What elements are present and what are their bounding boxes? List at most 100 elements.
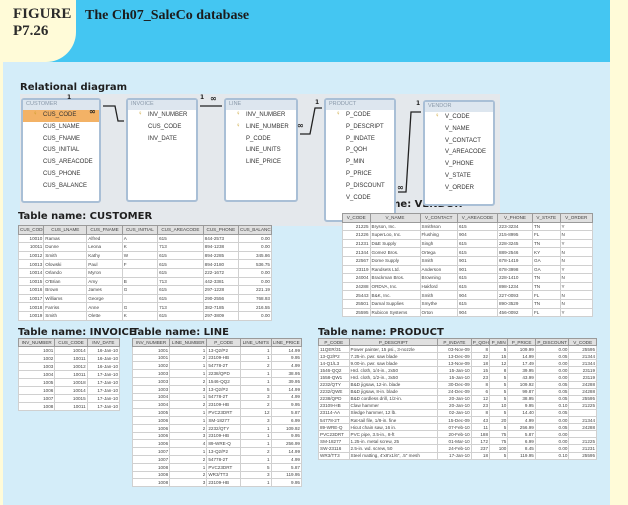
column-header[interactable]: P_PRICE (507, 337, 536, 347)
entity-line[interactable]: LINE ♀ INV_NUMBER ♀ LINE_NUMBER P_CODE LINE_UN… (224, 98, 298, 202)
table-cell: 4 (169, 439, 208, 449)
table-cell: 0.05 (534, 352, 570, 361)
entity-field[interactable]: V_AREACODE (425, 147, 493, 159)
entity-field[interactable]: CUS_INITIAL (23, 145, 99, 157)
column-header[interactable]: P_MIN (489, 337, 509, 347)
entity-field[interactable]: P_QOH (326, 145, 394, 157)
column-header[interactable]: CUS_INITIAL (121, 225, 159, 235)
column-header[interactable]: INV_NUMBER (131, 338, 171, 347)
entity-field[interactable]: P_DESCRIPT (326, 122, 394, 134)
entity-field[interactable]: ♀ CUS_CODE (23, 110, 99, 122)
entity-field[interactable]: ♀ V_CODE (425, 112, 493, 124)
table-cell: 10014 (17, 267, 45, 278)
entity-field[interactable]: P_MIN (326, 157, 394, 169)
table-cell: Olowski (43, 259, 88, 269)
table-cell: 1002 (131, 361, 171, 371)
table-cell: 615 (457, 247, 498, 257)
column-header[interactable]: P_DISCOUNT (534, 337, 570, 347)
table-cell: 0.05 (534, 387, 570, 396)
table-cell: 901 (457, 255, 498, 266)
entity-field[interactable]: CUS_PHONE (23, 169, 99, 181)
entity-field[interactable]: P_DISCOUNT (326, 181, 394, 193)
column-header[interactable]: INV_DATE (86, 338, 121, 347)
table-cell: 5.87 (270, 462, 303, 472)
table-cell: 21231 (342, 238, 371, 249)
table-cell: 5 (489, 394, 509, 403)
entity-field[interactable]: INV_DATE (128, 134, 196, 146)
column-header[interactable]: P_QOH (470, 337, 491, 347)
column-header[interactable]: CUS_PHONE (202, 225, 240, 235)
column-header[interactable]: V_NAME (369, 213, 421, 223)
entity-field[interactable]: ♀ LINE_NUMBER (226, 122, 296, 134)
table-row: 1004 2 23109-HB 2 9.95 (131, 400, 303, 410)
column-header[interactable]: INV_NUMBER (17, 338, 56, 347)
column-header[interactable]: V_CONTACT (419, 213, 458, 223)
entity-field[interactable]: P_CODE (226, 134, 296, 146)
entity-field[interactable]: V_PHONE (425, 159, 493, 171)
column-header[interactable]: V_AREACODE (457, 213, 498, 223)
entity-field[interactable]: V_ORDER (425, 183, 493, 195)
entity-field[interactable]: V_CODE (326, 193, 394, 205)
entity-field[interactable]: CUS_LNAME (23, 122, 99, 134)
column-header[interactable]: CUS_CODE (17, 225, 45, 235)
table-cell: Singh (419, 238, 458, 249)
entity-field[interactable]: CUS_CODE (128, 122, 196, 134)
column-header[interactable]: V_CODE (568, 337, 597, 347)
table-cell: Browning (419, 273, 458, 283)
table-row: 1007 2 54778-2T 1 4.99 (131, 454, 303, 464)
column-header[interactable]: CUS_FNAME (86, 225, 123, 235)
entity-field[interactable]: LINE_PRICE (226, 157, 296, 169)
column-header[interactable]: CUS_CODE (54, 338, 88, 347)
column-header[interactable]: LINE_UNITS (240, 338, 272, 347)
table-cell: 172 (470, 437, 491, 446)
table-cell: 25595 (568, 345, 597, 354)
table-cell: TN (532, 238, 561, 249)
table-row: 10010 Ramas Alfred A 615 844-2573 0.00 (17, 233, 272, 244)
table-cell: 5.87 (270, 408, 303, 417)
entity-field[interactable]: ♀ P_CODE (326, 110, 394, 122)
column-header[interactable]: LINE_PRICE (270, 338, 303, 347)
table-cell: 9.95 (270, 431, 303, 441)
table-cell: 01-Mar-10 (437, 437, 472, 446)
column-header[interactable]: P_INDATE (437, 337, 472, 347)
table-cell: 4.99 (270, 361, 303, 371)
table-cell: 1004 (131, 400, 171, 410)
entity-field[interactable]: V_NAME (425, 124, 493, 136)
entity-field[interactable]: CUS_AREACODE (23, 157, 99, 169)
table-row: 23109-HB Claw hammer 20-Jan-10 23 10 9.95 0.10… (318, 401, 597, 410)
column-header[interactable]: P_DESCRIPT (348, 337, 439, 347)
column-header[interactable]: CUS_LNAME (43, 225, 88, 235)
entity-field[interactable]: V_CONTACT (425, 136, 493, 148)
table-row: 1001 2 23109-HB 1 9.95 (131, 353, 303, 363)
entity-field[interactable]: P_PRICE (326, 169, 394, 181)
column-header[interactable]: CUS_AREACODE (157, 225, 204, 235)
column-header[interactable]: P_CODE (318, 337, 350, 347)
table-cell: Anne (86, 302, 123, 312)
table-row: SW-23116 2.5-in. wd. screw, 50 24-Feb-10 23… (318, 444, 597, 453)
column-header[interactable]: V_CODE (342, 213, 371, 223)
table-cell: 442-3381 (202, 276, 240, 287)
entity-field[interactable]: ♀ INV_NUMBER (226, 110, 296, 122)
table-row: 23114-AA Sledge hammer, 12 lb. 02-Jan-10 8 5… (318, 408, 597, 418)
entity-field[interactable]: CUS_BALANCE (23, 181, 99, 193)
field-name: INV_DATE (148, 135, 177, 142)
entity-field[interactable]: CUS_FNAME (23, 134, 99, 146)
entity-field[interactable]: P_INDATE (326, 134, 394, 146)
table-cell: 0.00 (534, 345, 570, 354)
entity-invoice[interactable]: INVOICE ♀ INV_NUMBER CUS_CODE INV_DATE (126, 98, 198, 202)
entity-field[interactable]: V_STATE (425, 171, 493, 183)
table-cell: 290-2556 (202, 293, 240, 304)
column-header[interactable]: P_CODE (206, 338, 242, 347)
rel-customer-invoice (103, 105, 124, 122)
column-header[interactable]: LINE_NUMBER (169, 338, 208, 347)
entity-field[interactable]: LINE_UNITS (226, 145, 296, 157)
entity-field[interactable]: ♀ INV_NUMBER (128, 110, 196, 122)
column-header[interactable]: V_PHONE (497, 213, 533, 223)
entity-vendor[interactable]: VENDOR ♀ V_CODE V_NAME V_CONTACT V_AREACODE V_… (423, 100, 495, 206)
table-row: 11QER/31 Power painter, 15 psi., 3-nozzle… (318, 345, 597, 354)
table-cell: 1 (240, 454, 272, 464)
column-header[interactable]: CUS_BALANCE (238, 225, 272, 235)
column-header[interactable]: V_STATE (532, 213, 561, 223)
column-header[interactable]: V_ORDER (559, 213, 593, 223)
entity-product[interactable]: PRODUCT ♀ P_CODE P_DESCRIPT P_INDATE P_QOH P_M… (324, 98, 396, 222)
